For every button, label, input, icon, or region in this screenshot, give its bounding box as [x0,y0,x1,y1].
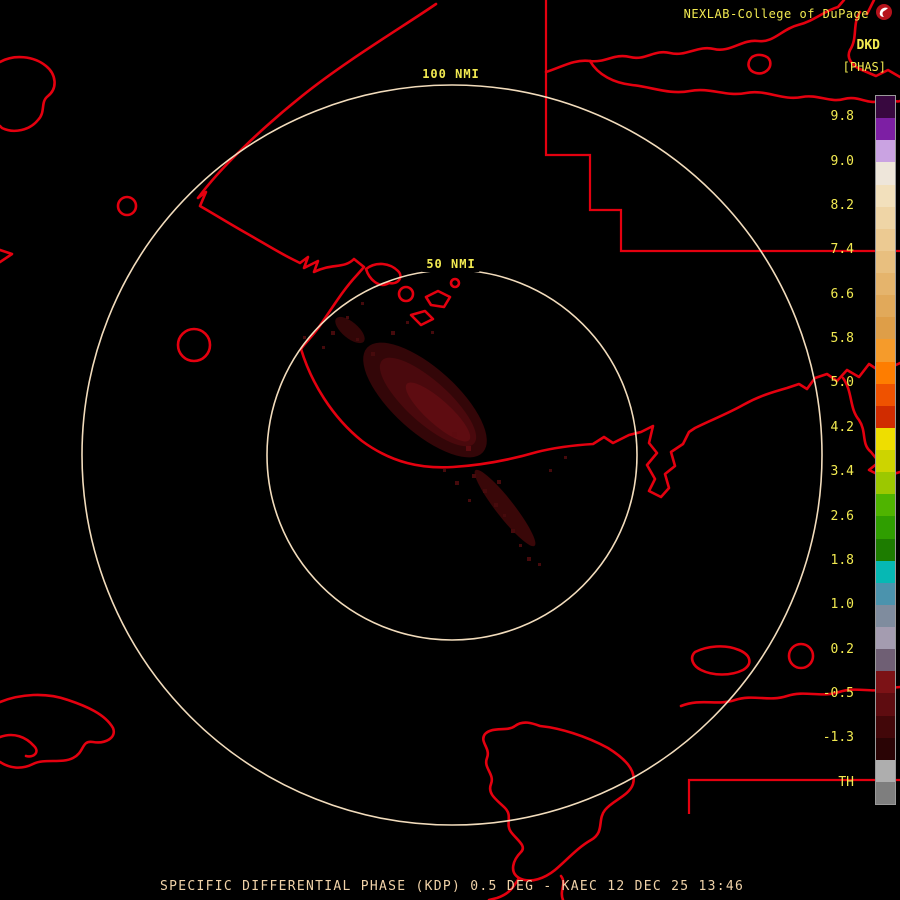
colorbar-segment [876,295,895,318]
colorbar-segment [876,627,895,650]
colorbar-tick-label: 0.2 [830,641,854,657]
echo-trail [474,469,536,547]
colorbar-tick-label: 5.8 [830,331,854,347]
colorbar-segment [876,560,895,583]
colorbar-tick-label: 3.4 [830,464,854,480]
colorbar-segment [876,184,895,207]
colorbar-segment [876,450,895,473]
island-outline [397,285,415,303]
island-outline [449,277,461,289]
colorbar-segment [876,737,895,760]
island-outline [747,53,772,75]
colorbar-segment [876,604,895,627]
colorbar-tick-label: 5.0 [830,375,854,391]
radar-display: 100 NMI 50 NMI NEXLAB-College of DuPage … [0,0,900,900]
colorbar-segment [876,472,895,495]
product-caption: SPECIFIC DIFFERENTIAL PHASE (KDP) 0.5 DE… [160,879,745,894]
colorbar-tick-label: 6.6 [830,286,854,302]
colorbar-segment [876,162,895,185]
colorbar-tick-label: -0.5 [822,686,854,702]
colorbar-segment [876,538,895,561]
colorbar-tick-label: 2.6 [830,508,854,524]
colorbar-segment [876,759,895,782]
echo-patch [335,316,365,344]
colorbar-tick-label: 4.2 [830,419,854,435]
coastline-path [0,733,38,758]
island-outline [690,645,751,676]
colorbar-tick-label: 1.8 [830,552,854,568]
colorbar-segment [876,781,895,804]
colorbar-segment [876,250,895,273]
colorbar-tick-label: 9.0 [830,153,854,169]
colorbar-segment [876,405,895,428]
colorbar-segment [876,206,895,229]
island-outline [364,262,402,287]
colorbar-tick-label: 7.4 [830,242,854,258]
island-outline [409,309,435,327]
colorbar-segment [876,273,895,296]
colorbar-ticks: 9.8 9.0 8.2 7.4 6.6 5.8 5.0 4.2 3.4 2.6 1.8 1.0 0.2 -… [806,0,864,900]
radar-echo-region [303,302,567,566]
colorbar [875,95,896,805]
radar-map-canvas [0,0,900,900]
colorbar-tick-label: 1.0 [830,597,854,613]
boundary-path [687,778,900,814]
colorbar-segment [876,361,895,384]
colorbar-tick-label: 8.2 [830,197,854,213]
colorbar-segment [876,649,895,672]
colorbar-threshold-label: TH [838,774,854,790]
colorbar-segment [876,494,895,517]
colorbar-segment [876,96,895,119]
range-ring-100nmi [81,84,823,826]
coastline-path [0,693,116,769]
range-ring-50nmi [266,269,638,641]
cod-logo-icon [875,3,893,21]
lake-outline [482,721,636,882]
colorbar-tick-label: -1.3 [822,730,854,746]
range-ring-label-100nmi: 100 NMI [418,66,484,82]
colorbar-segment [876,140,895,163]
colorbar-segment [876,228,895,251]
colorbar-segment [876,317,895,340]
colorbar-segment [876,427,895,450]
range-rings [81,84,823,826]
colorbar-segment [876,693,895,716]
lake-outline [116,195,138,217]
colorbar-tick-label: 9.8 [830,109,854,125]
coastline-path [679,685,900,708]
colorbar-segment [876,671,895,694]
island-outline [424,289,452,309]
lake-outline [176,327,212,363]
colorbar-segment [876,715,895,738]
lake-outline [0,55,56,133]
range-ring-label-50nmi: 50 NMI [422,256,480,272]
colorbar-segment [876,118,895,141]
colorbar-segment [876,516,895,539]
colorbar-segment [876,582,895,605]
coastline-path [0,248,14,264]
colorbar-segments [876,96,895,804]
colorbar-segment [876,383,895,406]
colorbar-segment [876,339,895,362]
